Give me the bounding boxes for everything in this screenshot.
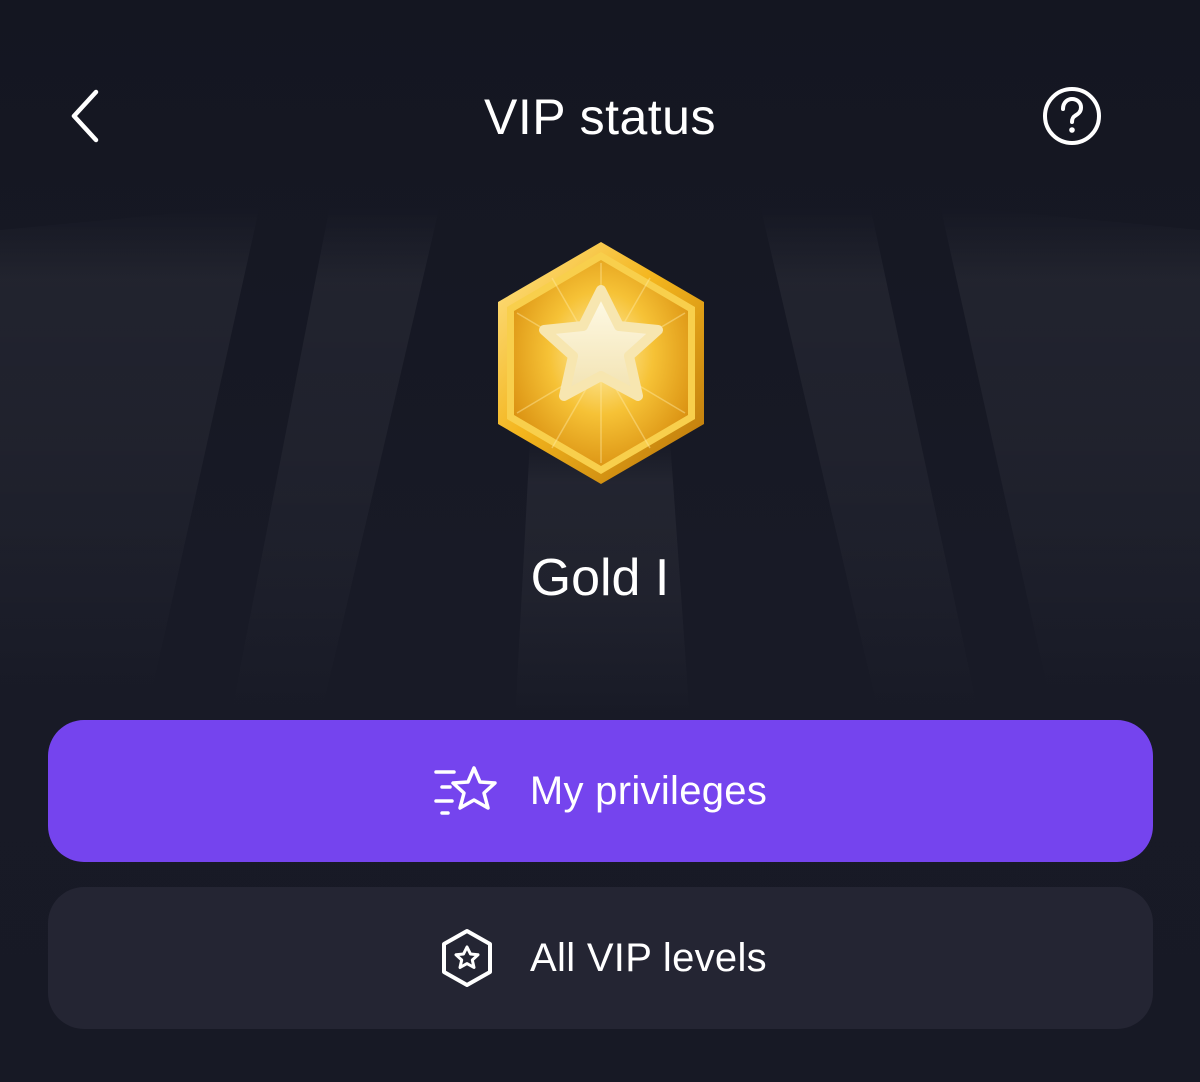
star-speed-icon bbox=[434, 758, 500, 824]
my-privileges-button[interactable]: My privileges bbox=[48, 720, 1153, 862]
help-button[interactable] bbox=[1036, 80, 1108, 152]
page-title: VIP status bbox=[484, 89, 716, 145]
hexagon-star-icon bbox=[434, 925, 500, 991]
vip-status-screen: VIP status Gold I My privileges All VIP … bbox=[0, 0, 1200, 1082]
header: VIP status bbox=[0, 60, 1200, 180]
chevron-left-icon bbox=[71, 89, 99, 143]
vip-level-name: Gold I bbox=[530, 549, 670, 607]
back-button[interactable] bbox=[50, 80, 122, 152]
all-vip-levels-button[interactable]: All VIP levels bbox=[48, 887, 1153, 1029]
question-circle-icon bbox=[1043, 87, 1101, 145]
all-vip-levels-label: All VIP levels bbox=[530, 935, 767, 980]
gold-badge-icon bbox=[498, 242, 704, 484]
my-privileges-label: My privileges bbox=[529, 768, 768, 813]
